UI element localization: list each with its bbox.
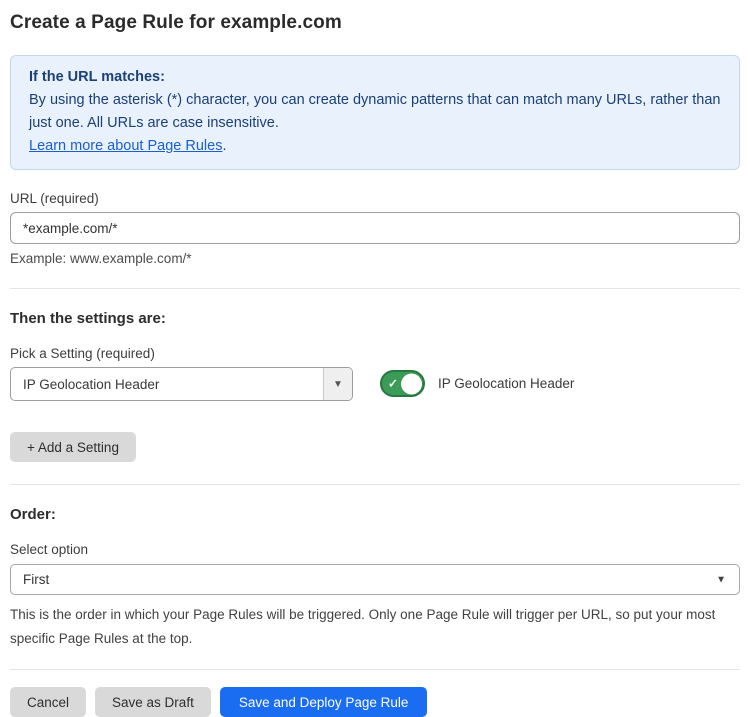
toggle-knob	[401, 373, 422, 394]
chevron-down-icon: ▼	[716, 574, 726, 585]
page-title: Create a Page Rule for example.com	[10, 12, 740, 34]
url-match-info-box: If the URL matches: By using the asteris…	[10, 55, 740, 170]
order-select-value: First	[23, 572, 49, 587]
link-suffix: .	[222, 138, 226, 154]
section-divider-2	[10, 484, 740, 485]
footer-divider	[10, 669, 740, 670]
order-select-label: Select option	[10, 542, 740, 557]
cancel-button[interactable]: Cancel	[10, 687, 86, 717]
settings-section-heading: Then the settings are:	[10, 310, 740, 327]
url-field-label: URL (required)	[10, 191, 740, 206]
info-box-link-line: Learn more about Page Rules.	[29, 135, 721, 158]
section-divider	[10, 288, 740, 289]
info-box-heading: If the URL matches:	[29, 66, 721, 89]
order-section-heading: Order:	[10, 506, 740, 523]
setting-picker-select[interactable]: IP Geolocation Header ▼	[10, 367, 353, 401]
ip-geolocation-toggle[interactable]: ✓	[380, 370, 425, 397]
setting-row: Pick a Setting (required) IP Geolocation…	[10, 346, 740, 401]
toggle-block: ✓ IP Geolocation Header	[380, 370, 574, 397]
save-and-deploy-button[interactable]: Save and Deploy Page Rule	[220, 687, 428, 717]
footer-actions: Cancel Save as Draft Save and Deploy Pag…	[10, 687, 740, 717]
toggle-label: IP Geolocation Header	[438, 376, 574, 391]
setting-picker-label: Pick a Setting (required)	[10, 346, 353, 361]
check-icon: ✓	[388, 376, 398, 390]
url-example-helper: Example: www.example.com/*	[10, 251, 740, 266]
save-as-draft-button[interactable]: Save as Draft	[95, 687, 211, 717]
chevron-down-icon: ▼	[333, 379, 343, 390]
order-select[interactable]: First ▼	[10, 564, 740, 595]
create-page-rule-form: Create a Page Rule for example.com If th…	[0, 0, 750, 717]
setting-picker-block: Pick a Setting (required) IP Geolocation…	[10, 346, 353, 401]
order-helper-text: This is the order in which your Page Rul…	[10, 603, 750, 651]
learn-more-link[interactable]: Learn more about Page Rules	[29, 138, 222, 154]
url-input[interactable]	[10, 212, 740, 244]
setting-picker-arrow-button[interactable]: ▼	[323, 368, 352, 400]
setting-picker-value: IP Geolocation Header	[11, 368, 323, 400]
add-setting-button[interactable]: + Add a Setting	[10, 432, 136, 462]
info-box-body: By using the asterisk (*) character, you…	[29, 89, 721, 135]
